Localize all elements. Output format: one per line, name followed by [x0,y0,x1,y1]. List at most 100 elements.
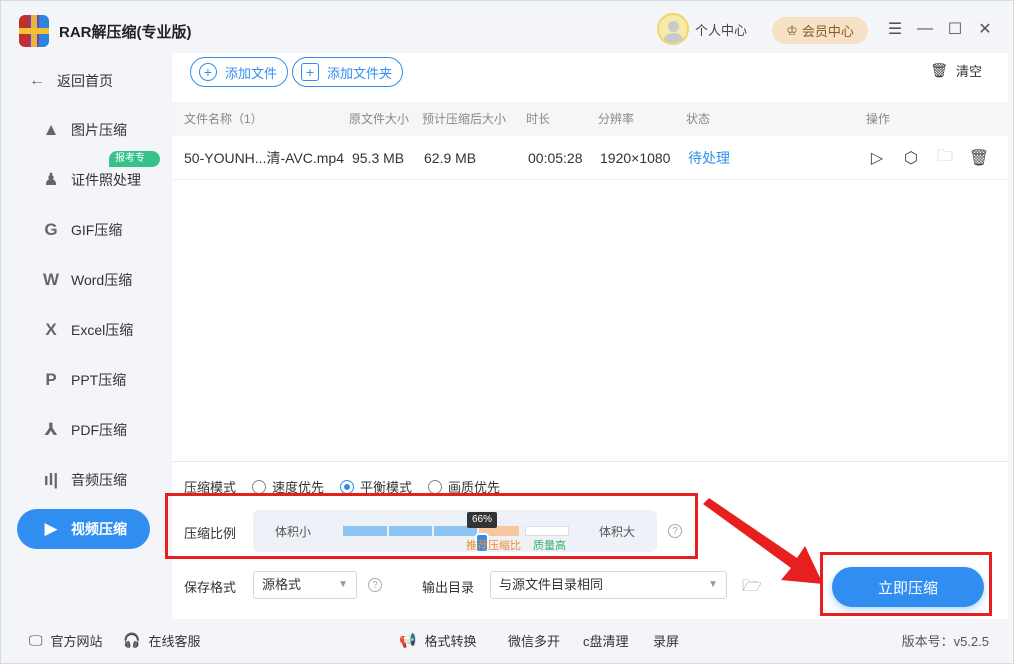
wechat-multi-link[interactable]: 微信多开 [508,631,560,650]
official-site-link[interactable]: 🖵 官方网站 [29,631,103,650]
col-name: 文件名称（1） [184,112,263,126]
sidebar-item-label: 返回首页 [57,73,113,89]
excel-icon: X [45,320,57,339]
folder-plus-icon: + [301,63,319,81]
app-window: RAR解压缩(专业版) 个人中心 ♔ 会员中心 ☰ — ☐ ✕ ← 返回首页 ▲… [0,0,1014,664]
app-logo [19,15,49,47]
app-title: RAR解压缩(专业版) [59,24,192,41]
video-camera-icon: ▶ [44,519,58,538]
sidebar-item-id-photo[interactable]: ♟ 证件照处理 [17,160,150,200]
word-icon: W [42,270,60,289]
sidebar-item-label: PPT压缩 [71,372,127,388]
person-icon: ♟ [43,170,59,189]
clear-label: 清空 [955,64,982,79]
est-size: 62.9 MB [424,150,477,166]
monitor-icon: 🖵 [29,632,43,648]
sidebar-item-label: 图片压缩 [71,122,127,138]
settings-hex-icon[interactable]: ⬡ [901,148,921,168]
col-duration: 时长 [526,112,551,126]
sidebar-item-label: 证件照处理 [71,172,141,188]
sidebar-item-ppt[interactable]: P PPT压缩 [17,360,150,400]
col-orig-size: 原文件大小 [349,112,410,126]
audio-wave-icon: ıl| [43,470,59,489]
member-center-label: 会员中心 [801,24,854,39]
table-header: 文件名称（1） 原文件大小 预计压缩后大小 时长 分辨率 状态 操作 [172,102,1008,136]
clear-button[interactable]: 🗑 清空 [930,61,982,80]
add-file-label: 添加文件 [225,65,278,81]
sidebar-back-home[interactable]: ← 返回首页 [17,61,150,101]
save-format-value: 源格式 [262,577,302,592]
pdf-icon: ⅄ [44,420,58,439]
divider [172,461,1008,462]
sidebar-item-gif[interactable]: G GIF压缩 [17,210,150,250]
footer: 🖵 官方网站 🎧 在线客服 📢 格式转换 微信多开 c盘清理 录屏 版本号：v5… [1,621,1013,663]
gif-icon: G [44,220,58,239]
highlight-box-start [820,552,992,616]
close-icon[interactable]: ✕ [975,19,995,39]
red-arrow [703,498,823,584]
maximize-icon[interactable]: ☐ [945,19,965,39]
plus-icon: + [199,63,217,81]
user-center-label: 个人中心 [695,22,748,38]
add-file-button[interactable]: + 添加文件 [190,57,289,87]
sidebar-item-video[interactable]: ▶ 视频压缩 [17,509,150,549]
sidebar-item-label: Word压缩 [71,272,133,288]
col-actions: 操作 [866,112,891,126]
sidebar-item-label: GIF压缩 [71,222,123,238]
trash-icon: 🗑 [930,62,948,78]
save-format-select[interactable]: 源格式 ▼ [253,571,357,599]
save-format-label: 保存格式 [184,580,237,595]
radio-dot [252,479,267,494]
online-support-link[interactable]: 🎧 在线客服 [123,631,200,650]
add-folder-button[interactable]: + 添加文件夹 [292,57,404,87]
col-resolution: 分辨率 [598,112,635,126]
duration: 00:05:28 [528,150,583,166]
official-site-label: 官方网站 [50,634,103,649]
folder-icon[interactable]: 🗀 [935,148,955,168]
avatar [657,13,689,45]
output-dir-label: 输出目录 [422,580,475,595]
sidebar-item-label: Excel压缩 [71,322,134,338]
format-convert-label: 格式转换 [424,634,477,649]
arrow-left-icon: ← [29,72,45,89]
status-text: 待处理 [688,150,730,166]
menu-icon[interactable]: ☰ [885,19,905,39]
delete-icon[interactable]: 🗑 [969,148,989,168]
orig-size: 95.3 MB [352,150,405,166]
table-row[interactable]: 50-YOUNH...清-AVC.mp4 95.3 MB 62.9 MB 00:… [172,136,1008,180]
radio-dot [428,479,443,494]
c-clean-link[interactable]: c盘清理 [583,631,629,650]
sidebar-item-word[interactable]: W Word压缩 [17,260,150,300]
ppt-icon: P [45,370,57,389]
minimize-icon[interactable]: — [915,19,935,39]
help-icon[interactable]: ? [368,578,382,592]
megaphone-icon: 📢 [399,632,417,648]
sidebar-item-image[interactable]: ▲ 图片压缩 [17,110,150,150]
col-est-size: 预计压缩后大小 [422,112,507,126]
col-status: 状态 [686,112,711,126]
radio-dot [340,479,355,494]
crown-icon: ♔ [786,22,798,38]
sidebar-item-excel[interactable]: X Excel压缩 [17,310,150,350]
sidebar: ← 返回首页 ▲ 图片压缩 报考专用 ♟ 证件照处理 G GIF压缩 W Wor… [7,53,160,619]
user-center-button[interactable]: 个人中心 [657,13,747,45]
sidebar-item-label: 视频压缩 [71,521,127,537]
sidebar-item-label: PDF压缩 [71,422,127,438]
online-support-label: 在线客服 [148,634,201,649]
file-name: 50-YOUNH...清-AVC.mp4 [184,150,344,166]
add-folder-label: 添加文件夹 [327,65,393,81]
sidebar-item-label: 音频压缩 [71,472,127,488]
sidebar-item-pdf[interactable]: ⅄ PDF压缩 [17,410,150,450]
sidebar-item-audio[interactable]: ıl| 音频压缩 [17,460,150,500]
title-bar: RAR解压缩(专业版) 个人中心 ♔ 会员中心 ☰ — ☐ ✕ [1,1,1013,59]
chevron-down-icon: ▼ [338,579,348,590]
resolution: 1920×1080 [600,150,671,166]
output-dir-select[interactable]: 与源文件目录相同 ▼ [490,571,727,599]
format-convert-link[interactable]: 📢 格式转换 [399,631,476,650]
play-icon[interactable]: ▷ [867,148,887,168]
output-dir-value: 与源文件目录相同 [499,577,604,592]
record-link[interactable]: 录屏 [653,631,679,650]
member-center-button[interactable]: ♔ 会员中心 [772,17,868,44]
headset-icon: 🎧 [123,632,141,648]
image-icon: ▲ [42,120,60,139]
